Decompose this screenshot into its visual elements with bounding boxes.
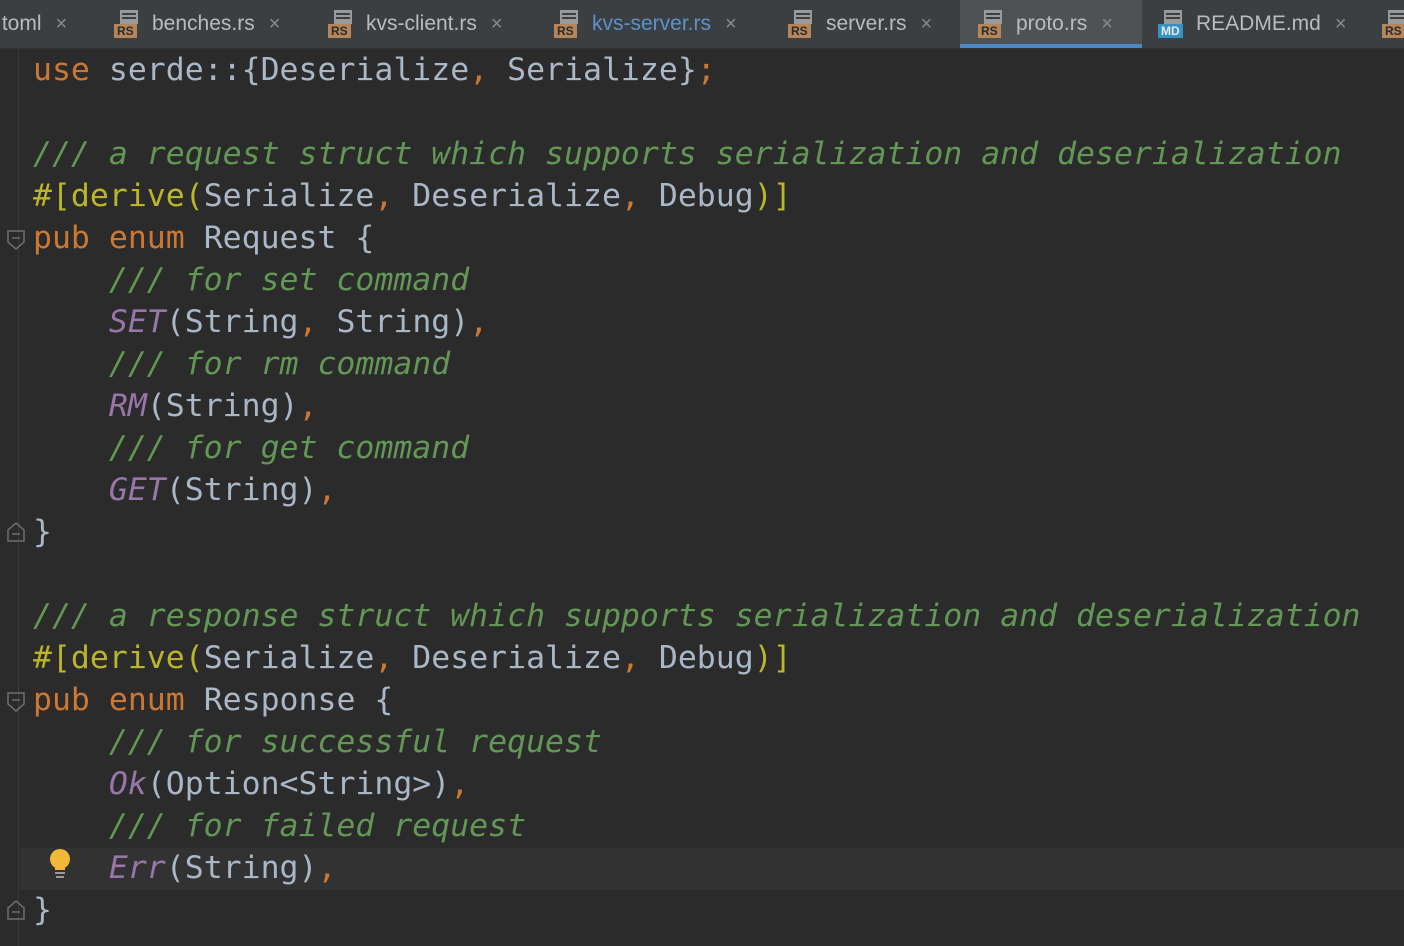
- code-line: GET(String),: [108, 472, 337, 508]
- tab-readme-md[interactable]: MD README.md ×: [1158, 0, 1347, 48]
- code-line: /// a request struct which supports seri…: [33, 136, 1342, 172]
- code-line: /// for rm command: [108, 346, 451, 382]
- rust-file-icon: RS: [554, 10, 584, 38]
- tab-overflow-rs[interactable]: RS: [1382, 0, 1404, 48]
- rust-file-icon: RS: [788, 10, 818, 38]
- code-line: /// for get command: [108, 430, 470, 466]
- rust-file-icon: RS: [1382, 10, 1404, 38]
- close-icon[interactable]: ×: [269, 13, 281, 36]
- code-line: Err(String),: [108, 850, 337, 886]
- tab-cargo-toml[interactable]: .toml ×: [0, 0, 67, 48]
- code-line: #[derive(Serialize, Deserialize, Debug)]: [33, 178, 792, 214]
- editor-tab-bar: .toml × RS benches.rs × RS kvs-client.rs…: [0, 0, 1404, 49]
- close-icon[interactable]: ×: [1101, 13, 1113, 36]
- tab-proto-rs[interactable]: RS proto.rs ×: [960, 0, 1142, 48]
- tab-kvs-client-rs[interactable]: RS kvs-client.rs ×: [328, 0, 503, 48]
- fold-end-icon[interactable]: [7, 900, 25, 920]
- fold-start-icon[interactable]: [7, 230, 25, 250]
- code-line: /// for failed request: [108, 808, 527, 844]
- close-icon[interactable]: ×: [56, 13, 68, 36]
- rust-file-icon: RS: [114, 10, 144, 38]
- code-line: /// for set command: [108, 262, 470, 298]
- fold-end-icon[interactable]: [7, 522, 25, 542]
- rust-file-icon: RS: [978, 10, 1008, 38]
- tab-server-rs[interactable]: RS server.rs ×: [788, 0, 932, 48]
- code-line: pub enum Request {: [33, 220, 375, 256]
- rust-file-icon: RS: [328, 10, 358, 38]
- tab-label: kvs-client.rs: [366, 12, 477, 35]
- tab-label: server.rs: [826, 12, 907, 35]
- tab-label: benches.rs: [152, 12, 255, 35]
- code-line: use serde::{Deserialize, Serialize};: [33, 52, 716, 88]
- tab-label: .toml: [0, 12, 42, 35]
- tab-benches-rs[interactable]: RS benches.rs ×: [114, 0, 280, 48]
- code-line: pub enum Response {: [33, 682, 394, 718]
- code-line: }: [33, 514, 52, 550]
- code-line: /// for successful request: [108, 724, 602, 760]
- markdown-file-icon: MD: [1158, 10, 1188, 38]
- fold-start-icon[interactable]: [7, 692, 25, 712]
- code-content[interactable]: use serde::{Deserialize, Serialize};/// …: [33, 49, 1361, 931]
- code-line: Ok(Option<String>),: [108, 766, 470, 802]
- code-line: RM(String),: [108, 388, 318, 424]
- tab-label: proto.rs: [1016, 12, 1088, 35]
- close-icon[interactable]: ×: [1335, 13, 1347, 36]
- code-editor[interactable]: use serde::{Deserialize, Serialize};/// …: [0, 49, 1404, 946]
- close-icon[interactable]: ×: [921, 13, 933, 36]
- code-line: SET(String, String),: [108, 304, 489, 340]
- code-line: /// a response struct which supports ser…: [33, 598, 1361, 634]
- tab-label: kvs-server.rs: [592, 12, 712, 35]
- tab-kvs-server-rs[interactable]: RS kvs-server.rs ×: [554, 0, 737, 48]
- code-line: }: [33, 892, 52, 928]
- code-line: #[derive(Serialize, Deserialize, Debug)]: [33, 640, 792, 676]
- close-icon[interactable]: ×: [491, 13, 503, 36]
- gutter-divider: [18, 49, 19, 946]
- close-icon[interactable]: ×: [725, 13, 737, 36]
- tab-label: README.md: [1196, 12, 1321, 35]
